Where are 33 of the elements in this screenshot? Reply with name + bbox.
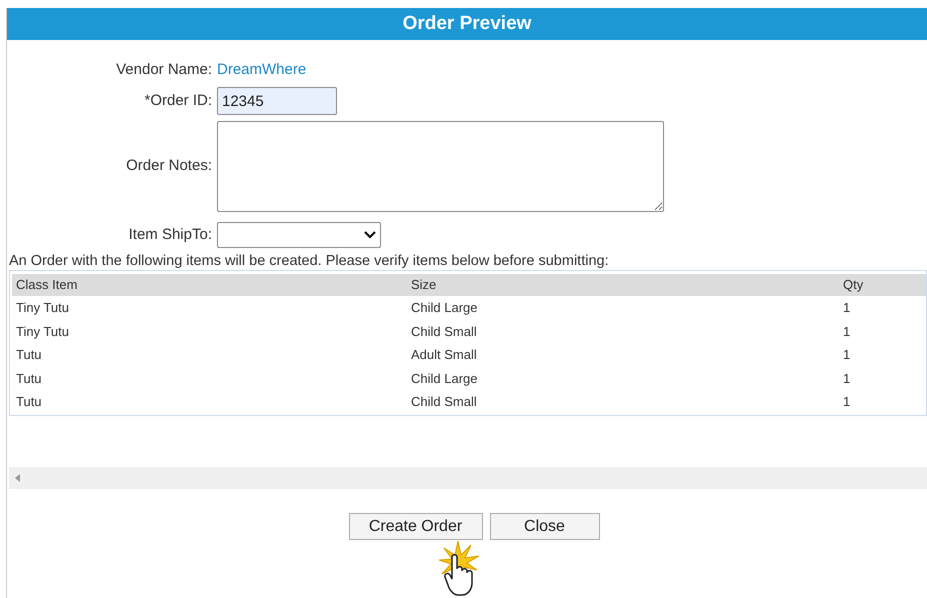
vendor-name: DreamWhere <box>217 60 306 80</box>
table-cell-text: Tiny Tutu <box>15 299 70 317</box>
scroll-left-icon <box>15 474 20 482</box>
column-header: Size <box>410 276 438 294</box>
create-order-button[interactable]: Create Order <box>348 513 482 540</box>
order-id-field[interactable]: 12345 <box>217 87 337 115</box>
table-cell-text: 1 <box>842 346 852 364</box>
table-cell-text: 1 <box>842 393 852 411</box>
table-cell-text: 1 <box>842 370 852 388</box>
column-header: Class Item <box>15 276 78 294</box>
table-cell-text: Tiny Tutu <box>15 322 70 341</box>
horizontal-scrollbar[interactable] <box>9 467 927 489</box>
table-cell-text: Tutu <box>15 370 43 388</box>
table-cell-text: Child Large <box>410 370 478 388</box>
table-cell-text: Tutu <box>15 346 43 364</box>
close-button[interactable]: Close <box>490 513 600 540</box>
table-cell-text: Adult Small <box>410 346 478 364</box>
table-cell-text: 1 <box>842 322 852 340</box>
field-label: Vendor Name: <box>115 60 213 80</box>
table-cell-text: 1 <box>842 299 852 317</box>
order-notes-field[interactable] <box>217 121 664 212</box>
table-cell-text: Child Small <box>410 322 478 340</box>
field-label: *Order ID: <box>143 90 213 111</box>
shipto-dropdown[interactable] <box>217 222 381 248</box>
table-cell-text: Tutu <box>15 393 43 411</box>
field-label: Item ShipTo: <box>128 224 213 245</box>
table-cell-text: Child Large <box>410 299 478 317</box>
table-cell-text: Child Small <box>410 393 478 411</box>
dialog-title-bar: Order Preview <box>7 8 927 40</box>
field-label: Order Notes: <box>125 156 213 176</box>
column-header: Qty <box>842 276 864 294</box>
chevron-down-icon <box>364 231 376 239</box>
info-message: An Order with the following items will be created. Please verify items below before submitting: <box>8 252 610 270</box>
